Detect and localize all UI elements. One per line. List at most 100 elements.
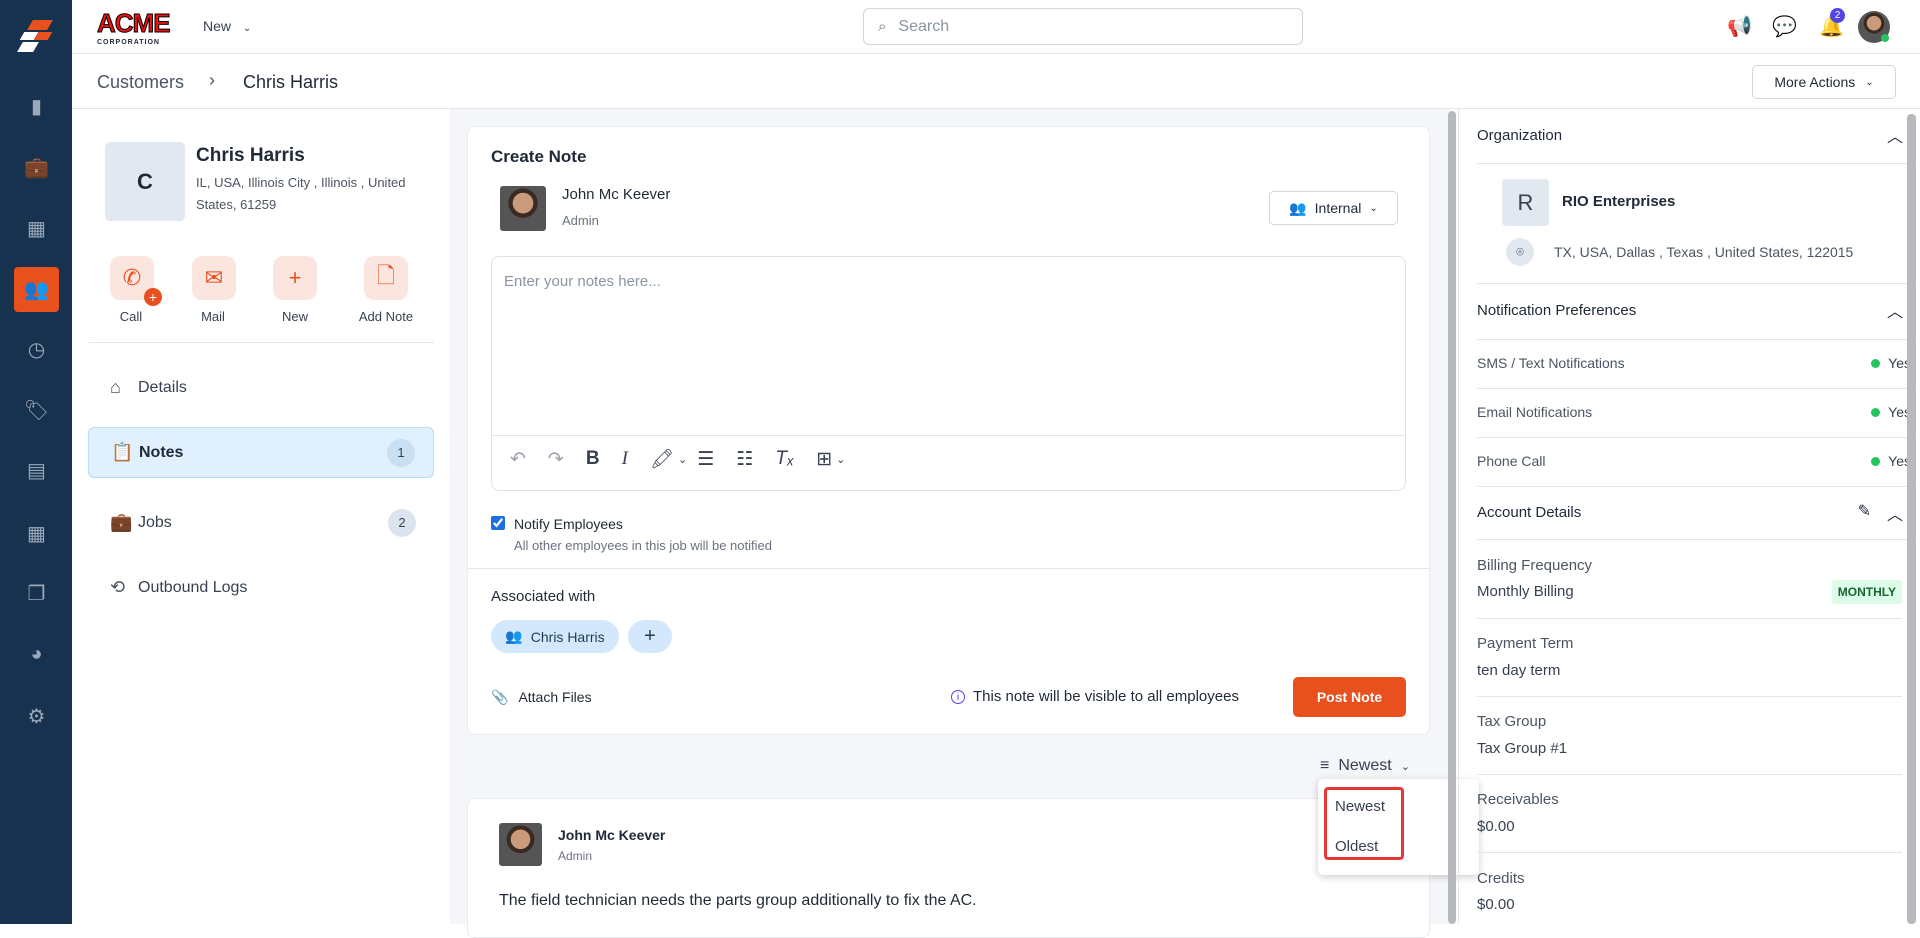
gear-icon[interactable]: ⚙ (14, 694, 59, 739)
create-note-title: Create Note (491, 147, 587, 166)
chevron-down-icon[interactable]: ⌄ (678, 453, 687, 466)
visibility-dropdown[interactable]: 👥 Internal ⌄ (1269, 191, 1398, 225)
receivables-value: $0.00 (1477, 818, 1515, 835)
italic-icon[interactable]: I (622, 448, 628, 470)
users-icon: 👥 (505, 628, 523, 644)
tag-icon[interactable]: 🏷 (14, 388, 59, 433)
chevron-down-icon: ⌄ (242, 23, 252, 34)
undo-icon[interactable]: ↶ (510, 448, 526, 471)
breadcrumb-current: Chris Harris (243, 72, 339, 92)
sort-option-newest[interactable]: Newest (1335, 798, 1385, 815)
clock-icon[interactable]: ◷ (14, 327, 59, 372)
payment-term-value: ten day term (1477, 662, 1561, 679)
org-name: RIO Enterprises (1562, 193, 1676, 210)
payment-term-label: Payment Term (1477, 635, 1574, 652)
plus-icon: + (288, 265, 302, 290)
call-button[interactable]: ✆ + (110, 256, 162, 306)
note-editor[interactable]: Enter your notes here... ↶ ↷ B I 🖍 ⌄ ☰ ☷ … (491, 256, 1406, 491)
note-author-avatar (499, 823, 542, 866)
billing-value: Monthly Billing (1477, 583, 1574, 600)
customer-avatar: C (105, 142, 185, 221)
email-value: Yes (1871, 404, 1911, 420)
note-role: Admin (558, 849, 593, 863)
search-input[interactable]: ⌕ Search (863, 8, 1303, 45)
sort-icon: ≡ (1320, 757, 1330, 774)
nav-jobs[interactable]: 💼 Jobs 2 (88, 497, 434, 548)
calculator-icon[interactable]: ▦ (14, 511, 59, 556)
mail-label: Mail (201, 309, 225, 324)
middle-scrollbar[interactable] (1448, 111, 1456, 924)
chevron-down-icon[interactable]: ⌄ (836, 453, 845, 466)
chevron-down-icon: ⌄ (1865, 76, 1874, 88)
chevron-up-icon[interactable]: ︿ (1887, 298, 1903, 322)
new-button[interactable]: + (273, 256, 317, 300)
highlight-icon[interactable]: 🖍 (650, 447, 674, 471)
tax-group-label: Tax Group (1477, 713, 1547, 730)
nav-notes[interactable]: 📋 Notes 1 (88, 427, 434, 478)
add-note-button[interactable]: 🗋 (364, 256, 408, 300)
chevron-up-icon[interactable]: ︿ (1887, 123, 1903, 147)
app-logo-icon[interactable] (16, 20, 56, 60)
right-scrollbar[interactable] (1907, 114, 1916, 924)
customers-icon[interactable]: 👥 (14, 267, 59, 312)
reports-icon[interactable]: ▮ (14, 84, 59, 129)
new-dropdown[interactable]: New ⌄ (203, 18, 251, 34)
more-actions-button[interactable]: More Actions ⌄ (1752, 65, 1896, 99)
sms-value: Yes (1871, 355, 1911, 371)
mail-button[interactable]: ✉ (192, 256, 236, 300)
pencil-icon[interactable]: ✎ (1858, 501, 1871, 521)
briefcase-icon[interactable]: 💼 (14, 145, 59, 190)
notify-label: Notify Employees (514, 516, 623, 532)
briefcase-icon: 💼 (110, 512, 133, 532)
numbered-list-icon[interactable]: ☷ (736, 448, 753, 471)
pie-chart-icon[interactable]: ◕ (14, 632, 59, 677)
attach-files-button[interactable]: 📎 Attach Files (491, 689, 592, 706)
associated-chip[interactable]: 👥 Chris Harris (491, 620, 619, 653)
megaphone-icon[interactable]: 📢 (1727, 14, 1752, 39)
phone-icon: ✆ (122, 265, 142, 290)
chevron-up-icon[interactable]: ︿ (1887, 501, 1903, 525)
post-note-button[interactable]: Post Note (1293, 677, 1406, 717)
clear-format-icon[interactable]: Tₓ (775, 448, 794, 470)
email-label: Email Notifications (1477, 404, 1593, 420)
billing-badge: MONTHLY (1831, 580, 1902, 604)
sort-option-oldest[interactable]: Oldest (1335, 838, 1378, 855)
plus-badge-icon: + (144, 288, 162, 306)
visibility-info: i This note will be visible to all employ… (951, 688, 1239, 705)
notify-employees-checkbox[interactable] (491, 516, 505, 530)
sms-label: SMS / Text Notifications (1477, 355, 1625, 371)
create-note-card: Create Note John Mc Keever Admin 👥 Intern… (467, 126, 1430, 735)
redo-icon[interactable]: ↷ (548, 448, 564, 471)
phone-value: Yes (1871, 453, 1911, 469)
nav-outbound-logs[interactable]: ⟲ Outbound Logs (88, 562, 434, 613)
search-icon: ⌕ (878, 18, 887, 35)
billing-label: Billing Frequency (1477, 557, 1593, 574)
documents-icon[interactable]: ❐ (14, 571, 59, 616)
bold-icon[interactable]: B (586, 448, 600, 470)
details-panel: Organization ︿ R RIO Enterprises ⌾ TX, US… (1458, 109, 1920, 924)
organization-title: Organization (1477, 127, 1563, 144)
online-status-dot (1881, 34, 1889, 42)
file-plus-icon: 🗋 (377, 263, 395, 288)
associated-label: Associated with (491, 588, 596, 605)
add-association-button[interactable]: + (628, 620, 672, 653)
breadcrumb-customers[interactable]: Customers (97, 72, 184, 93)
note-card: John Mc Keever Admin The field technicia… (467, 798, 1430, 938)
nav-details[interactable]: ⌂ Details (88, 362, 434, 413)
customer-address: IL, USA, Illinois City , Illinois , Unit… (196, 175, 406, 212)
receivables-label: Receivables (1477, 791, 1559, 808)
calendar-icon[interactable]: ▦ (14, 206, 59, 251)
bullet-list-icon[interactable]: ☰ (697, 448, 714, 471)
map-icon[interactable]: ▤ (14, 448, 59, 493)
history-icon: ⟲ (110, 577, 126, 597)
users-icon: 👥 (1289, 199, 1307, 216)
home-icon: ⌂ (110, 377, 121, 397)
jobs-count: 2 (388, 508, 416, 537)
notify-subtext: All other employees in this job will be … (514, 538, 772, 553)
nav-label: Notes (139, 443, 184, 461)
table-icon[interactable]: ⊞ (816, 448, 832, 471)
sort-dropdown[interactable]: ≡ Newest ⌄ (1320, 757, 1410, 775)
visibility-label: Internal (1314, 200, 1362, 216)
chat-icon[interactable]: 💬 (1772, 14, 1797, 39)
sort-label: Newest (1338, 757, 1392, 774)
